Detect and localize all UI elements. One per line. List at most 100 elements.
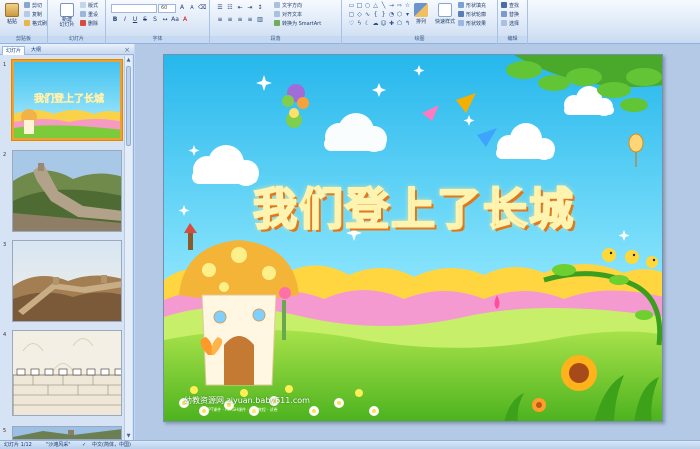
rectangle-shape-icon[interactable]: □ <box>356 2 363 10</box>
editing-group: 查找 替换 选择 编辑 <box>498 0 528 44</box>
smile-shape-icon[interactable]: ☺ <box>380 20 387 28</box>
columns-icon[interactable]: ▥ <box>256 16 264 24</box>
quick-styles-button[interactable]: 快速样式 <box>433 2 457 34</box>
format-painter-button[interactable]: 格式刷 <box>24 20 47 28</box>
current-slide[interactable]: 我们登上了长城 幼教资源网 ziyuan.baby611.com PPT课件 ·… <box>163 54 663 422</box>
strikethrough-icon[interactable]: S <box>141 16 149 24</box>
theme-name: "沙滩风采" <box>46 442 71 448</box>
oval-shape-icon[interactable]: ○ <box>364 2 371 10</box>
brace-shape-icon[interactable]: { <box>372 11 379 19</box>
numbering-icon[interactable]: ☷ <box>226 4 234 12</box>
bracket-shape-icon[interactable]: } <box>380 11 387 19</box>
hexagon-shape-icon[interactable]: ⬡ <box>396 11 403 19</box>
close-icon[interactable]: × <box>124 46 130 54</box>
shape-fill-button[interactable]: 形状填充 <box>458 2 486 10</box>
thumb-1-image: 我们登上了长城 <box>14 62 120 138</box>
right-arrow-shape-icon[interactable]: ⇨ <box>396 2 403 10</box>
heart-shape-icon[interactable]: ♡ <box>348 20 355 28</box>
cross-shape-icon[interactable]: ✚ <box>388 20 395 28</box>
pentagon-shape-icon[interactable]: ⬠ <box>396 20 403 28</box>
grow-font-icon[interactable]: A <box>178 4 186 12</box>
layout-label: 版式 <box>88 3 99 9</box>
increase-indent-icon[interactable]: ⇥ <box>246 4 254 12</box>
curve-shape-icon[interactable]: ∿ <box>364 11 371 19</box>
decrease-indent-icon[interactable]: ⇤ <box>236 4 244 12</box>
replace-icon <box>501 11 507 17</box>
slide-title[interactable]: 我们登上了长城 <box>214 173 614 237</box>
slide-thumbnail-3[interactable] <box>12 240 122 322</box>
slide-thumbnail-1[interactable]: 我们登上了长城 <box>11 59 123 141</box>
scroll-down-icon[interactable]: ▼ <box>125 432 132 440</box>
font-group: 60 A A ⌫ B I U S S ↔ Aa A 字体 <box>106 0 210 44</box>
new-slide-button[interactable]: 新建 幻灯片 <box>56 2 78 34</box>
slide-counter: 幻灯片 1/12 <box>4 442 32 448</box>
arrow-shape-icon[interactable]: → <box>388 2 395 10</box>
callout-shape-icon[interactable]: ◔ <box>388 11 395 19</box>
clipboard-group-label: 剪贴板 <box>0 36 47 43</box>
smartart-button[interactable]: 转换为 SmartArt <box>274 20 321 28</box>
paragraph-group: ☰ ☷ ⇤ ⇥ ↕ ≡ ≡ ≡ ≡ ▥ 文字方向 对齐文本 转换为 SmartA… <box>210 0 342 44</box>
clear-format-icon[interactable]: ⌫ <box>198 4 206 12</box>
italic-icon[interactable]: I <box>121 16 129 24</box>
textbox-shape-icon[interactable]: ▭ <box>348 2 355 10</box>
triangle-shape-icon[interactable]: △ <box>372 2 379 10</box>
tab-slides[interactable]: 幻灯片 <box>2 46 26 55</box>
diamond-shape-icon[interactable]: ◇ <box>356 11 363 19</box>
slide-thumbnail-2[interactable] <box>12 150 122 232</box>
cloud-shape-icon[interactable]: ☁ <box>372 20 379 28</box>
slide-number: 2 <box>3 152 7 158</box>
text-direction-button[interactable]: 文字方向 <box>274 2 302 10</box>
align-right-icon[interactable]: ≡ <box>236 16 244 24</box>
shrink-font-icon[interactable]: A <box>188 4 196 12</box>
copy-label: 复制 <box>32 12 43 18</box>
align-text-icon <box>274 11 280 17</box>
lightning-shape-icon[interactable]: ϟ <box>356 20 363 28</box>
spacing-icon[interactable]: ↔ <box>161 16 169 24</box>
bold-icon[interactable]: B <box>111 16 119 24</box>
font-name-select[interactable] <box>111 4 157 13</box>
format-painter-label: 格式刷 <box>32 21 48 27</box>
slides-group: 新建 幻灯片 版式 重设 删除 幻灯片 <box>48 0 106 44</box>
font-color-icon[interactable]: A <box>181 16 189 24</box>
align-left-icon[interactable]: ≡ <box>216 16 224 24</box>
spellcheck-icon[interactable]: ✓ <box>82 441 86 449</box>
arrange-button[interactable]: 排列 <box>410 2 432 34</box>
moon-shape-icon[interactable]: ☾ <box>364 20 371 28</box>
layout-button[interactable]: 版式 <box>80 2 98 10</box>
slide-number: 3 <box>3 242 7 248</box>
tab-outline[interactable]: 大纲 <box>28 46 44 55</box>
align-text-button[interactable]: 对齐文本 <box>274 11 302 19</box>
rounded-rect-shape-icon[interactable]: ▢ <box>348 11 355 19</box>
copy-button[interactable]: 复制 <box>24 11 42 19</box>
font-size-select[interactable]: 60 <box>158 4 176 13</box>
watermark-text: 幼教资源网 ziyuan.baby611.com <box>184 396 310 405</box>
find-button[interactable]: 查找 <box>501 2 519 10</box>
shape-effects-button[interactable]: 形状效果 <box>458 20 486 28</box>
cut-button[interactable]: 剪切 <box>24 2 42 10</box>
scroll-thumb[interactable] <box>126 66 131 146</box>
clipboard-icon <box>5 3 19 17</box>
reset-button[interactable]: 重设 <box>80 11 98 19</box>
shape-outline-button[interactable]: 形状轮廓 <box>458 11 486 19</box>
slide-thumbnail-4[interactable] <box>12 330 122 416</box>
shadow-icon[interactable]: S <box>151 16 159 24</box>
select-button[interactable]: 选择 <box>501 20 519 28</box>
slide-thumbnail-5[interactable] <box>12 426 122 440</box>
align-center-icon[interactable]: ≡ <box>226 16 234 24</box>
underline-icon[interactable]: U <box>131 16 139 24</box>
paste-button[interactable]: 粘贴 <box>1 2 23 34</box>
delete-slide-button[interactable]: 删除 <box>80 20 98 28</box>
find-label: 查找 <box>509 3 520 9</box>
shapes-gallery[interactable]: ▭ □ ○ △ ╲ → ⇨ ☆ ▢ ◇ ∿{} ◔ ⬡ ▾ ♡ ϟ ☾ ☁ ☺ ✚ ⬠ ↰ <box>348 2 411 32</box>
new-slide-icon <box>60 3 74 17</box>
scroll-up-icon[interactable]: ▲ <box>125 56 132 64</box>
case-icon[interactable]: Aa <box>171 16 179 24</box>
justify-icon[interactable]: ≡ <box>246 16 254 24</box>
pane-scrollbar[interactable]: ▲ ▼ <box>124 56 132 440</box>
line-spacing-icon[interactable]: ↕ <box>256 4 264 12</box>
language-indicator[interactable]: 中文(简体，中国) <box>92 441 131 449</box>
replace-button[interactable]: 替换 <box>501 11 519 19</box>
line-shape-icon[interactable]: ╲ <box>380 2 387 10</box>
bullets-icon[interactable]: ☰ <box>216 4 224 12</box>
paint-bucket-icon <box>458 2 464 8</box>
